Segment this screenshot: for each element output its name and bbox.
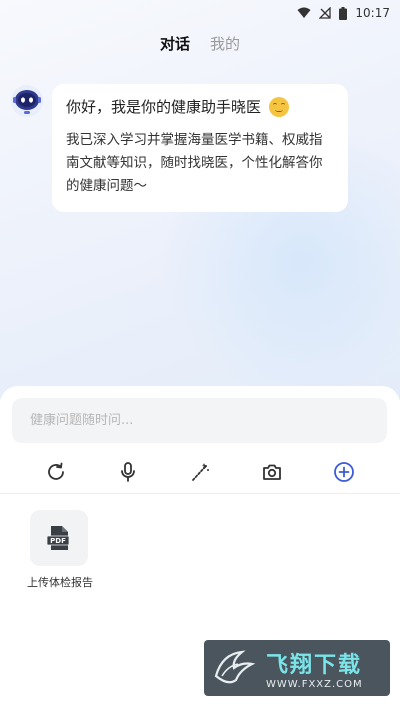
refresh-icon[interactable] <box>41 457 71 487</box>
status-time: 10:17 <box>355 6 390 20</box>
message-title-row: 你好，我是你的健康助手晓医 <box>66 96 334 117</box>
assistant-message-bubble: 你好，我是你的健康助手晓医 我已深入学习并掌握海量医学书籍、权威指南文献等知识，… <box>52 84 348 212</box>
message-title: 你好，我是你的健康助手晓医 <box>66 98 262 116</box>
watermark-url: WWW.FXXZ.COM <box>266 678 363 690</box>
microphone-icon[interactable] <box>113 457 143 487</box>
add-icon[interactable] <box>329 457 359 487</box>
question-input[interactable] <box>30 413 370 428</box>
bird-logo-icon <box>214 650 256 684</box>
input-toolbar <box>0 452 400 492</box>
magic-wand-icon[interactable] <box>185 457 215 487</box>
camera-icon[interactable] <box>257 457 287 487</box>
tab-mine[interactable]: 我的 <box>210 33 240 54</box>
tab-chat[interactable]: 对话 <box>160 33 190 54</box>
upload-report-button[interactable]: PDF <box>30 510 88 566</box>
message-body: 我已深入学习并掌握海量医学书籍、权威指南文献等知识，随时找晓医，个性化解答你的健… <box>66 132 323 194</box>
upload-report-label: 上传体检报告 <box>27 576 93 589</box>
smile-emoji-icon <box>269 96 290 117</box>
battery-icon <box>339 6 348 20</box>
watermark-logo: 飞翔下载 WWW.FXXZ.COM <box>204 640 390 696</box>
wifi-icon <box>297 7 311 19</box>
watermark-title: 飞翔下载 <box>266 652 363 678</box>
status-bar: 10:17 <box>0 0 400 26</box>
pdf-icon: PDF <box>46 526 70 550</box>
toolbar-divider <box>0 493 400 494</box>
no-signal-icon <box>319 7 332 19</box>
top-tabs: 对话 我的 <box>0 30 400 56</box>
question-input-box[interactable] <box>12 398 387 443</box>
assistant-avatar <box>10 84 44 118</box>
svg-text:PDF: PDF <box>50 537 66 545</box>
